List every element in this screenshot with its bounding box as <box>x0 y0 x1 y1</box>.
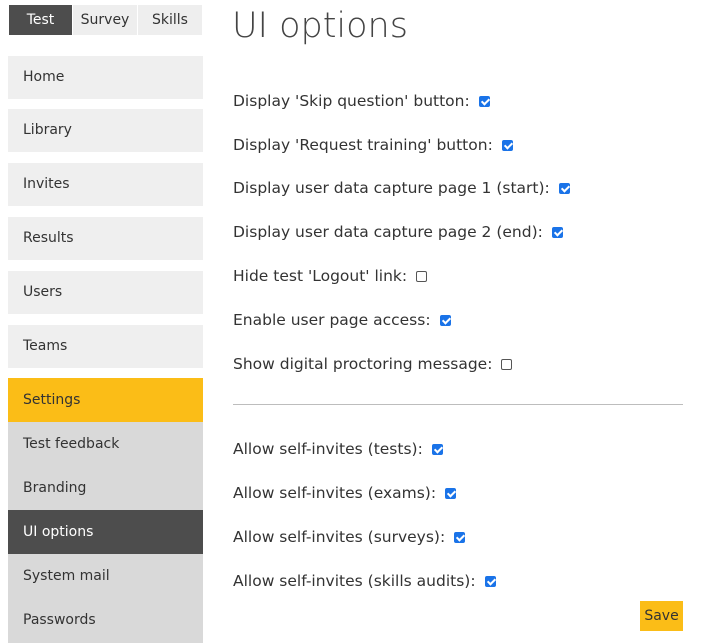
sidebar-item-library[interactable]: Library <box>8 109 203 152</box>
option-row: Allow self-invites (surveys): <box>233 525 466 549</box>
hide-logout-checkbox[interactable] <box>416 270 428 282</box>
option-row: Allow self-invites (exams): <box>233 481 457 505</box>
option-label: Show digital proctoring message: <box>233 355 493 373</box>
option-label: Enable user page access: <box>233 311 431 329</box>
tab-survey[interactable]: Survey <box>72 5 137 35</box>
page-title: UI options <box>232 6 408 46</box>
option-label: Display 'Skip question' button: <box>233 92 470 110</box>
option-label: Hide test 'Logout' link: <box>233 267 408 285</box>
data-capture-start-checkbox[interactable] <box>558 182 570 194</box>
option-label: Display user data capture page 1 (start)… <box>233 179 550 197</box>
save-button[interactable]: Save <box>640 601 683 631</box>
tab-skills[interactable]: Skills <box>137 5 202 35</box>
sidebar-item-results[interactable]: Results <box>8 217 203 260</box>
sidebar-subitem-ui-options[interactable]: UI options <box>8 510 203 554</box>
tab-test[interactable]: Test <box>9 5 72 35</box>
option-label: Display 'Request training' button: <box>233 136 493 154</box>
section-divider <box>233 404 683 405</box>
sidebar-subitem-system-mail[interactable]: System mail <box>8 554 203 598</box>
sidebar-subitem-passwords[interactable]: Passwords <box>8 598 203 643</box>
request-training-checkbox[interactable] <box>501 139 513 151</box>
self-invites-skills-audits-checkbox[interactable] <box>484 575 496 587</box>
sidebar-item-invites[interactable]: Invites <box>8 163 203 206</box>
option-row: Display 'Skip question' button: <box>233 89 490 113</box>
self-invites-surveys-checkbox[interactable] <box>454 531 466 543</box>
option-label: Allow self-invites (surveys): <box>233 528 446 546</box>
option-row: Display 'Request training' button: <box>233 133 513 157</box>
sidebar-item-users[interactable]: Users <box>8 271 203 314</box>
option-row: Allow self-invites (skills audits): <box>233 569 496 593</box>
sidebar-subitem-branding[interactable]: Branding <box>8 466 203 510</box>
data-capture-end-checkbox[interactable] <box>551 226 563 238</box>
sidebar-item-teams[interactable]: Teams <box>8 325 203 368</box>
option-row: Enable user page access: <box>233 308 451 332</box>
sidebar-item-home[interactable]: Home <box>8 56 203 99</box>
product-tabs: Test Survey Skills <box>9 5 202 35</box>
option-row: Display user data capture page 2 (end): <box>233 220 563 244</box>
option-row: Allow self-invites (tests): <box>233 437 443 461</box>
option-label: Allow self-invites (tests): <box>233 440 423 458</box>
proctoring-message-checkbox[interactable] <box>501 358 513 370</box>
sidebar-subitem-test-feedback[interactable]: Test feedback <box>8 422 203 466</box>
skip-question-checkbox[interactable] <box>478 95 490 107</box>
option-row: Hide test 'Logout' link: <box>233 264 428 288</box>
option-label: Allow self-invites (exams): <box>233 484 437 502</box>
option-row: Show digital proctoring message: <box>233 352 513 376</box>
user-page-access-checkbox[interactable] <box>439 314 451 326</box>
sidebar-item-settings[interactable]: Settings <box>8 378 203 422</box>
self-invites-exams-checkbox[interactable] <box>445 487 457 499</box>
option-label: Allow self-invites (skills audits): <box>233 572 476 590</box>
option-label: Display user data capture page 2 (end): <box>233 223 543 241</box>
option-row: Display user data capture page 1 (start)… <box>233 176 570 200</box>
self-invites-tests-checkbox[interactable] <box>431 443 443 455</box>
